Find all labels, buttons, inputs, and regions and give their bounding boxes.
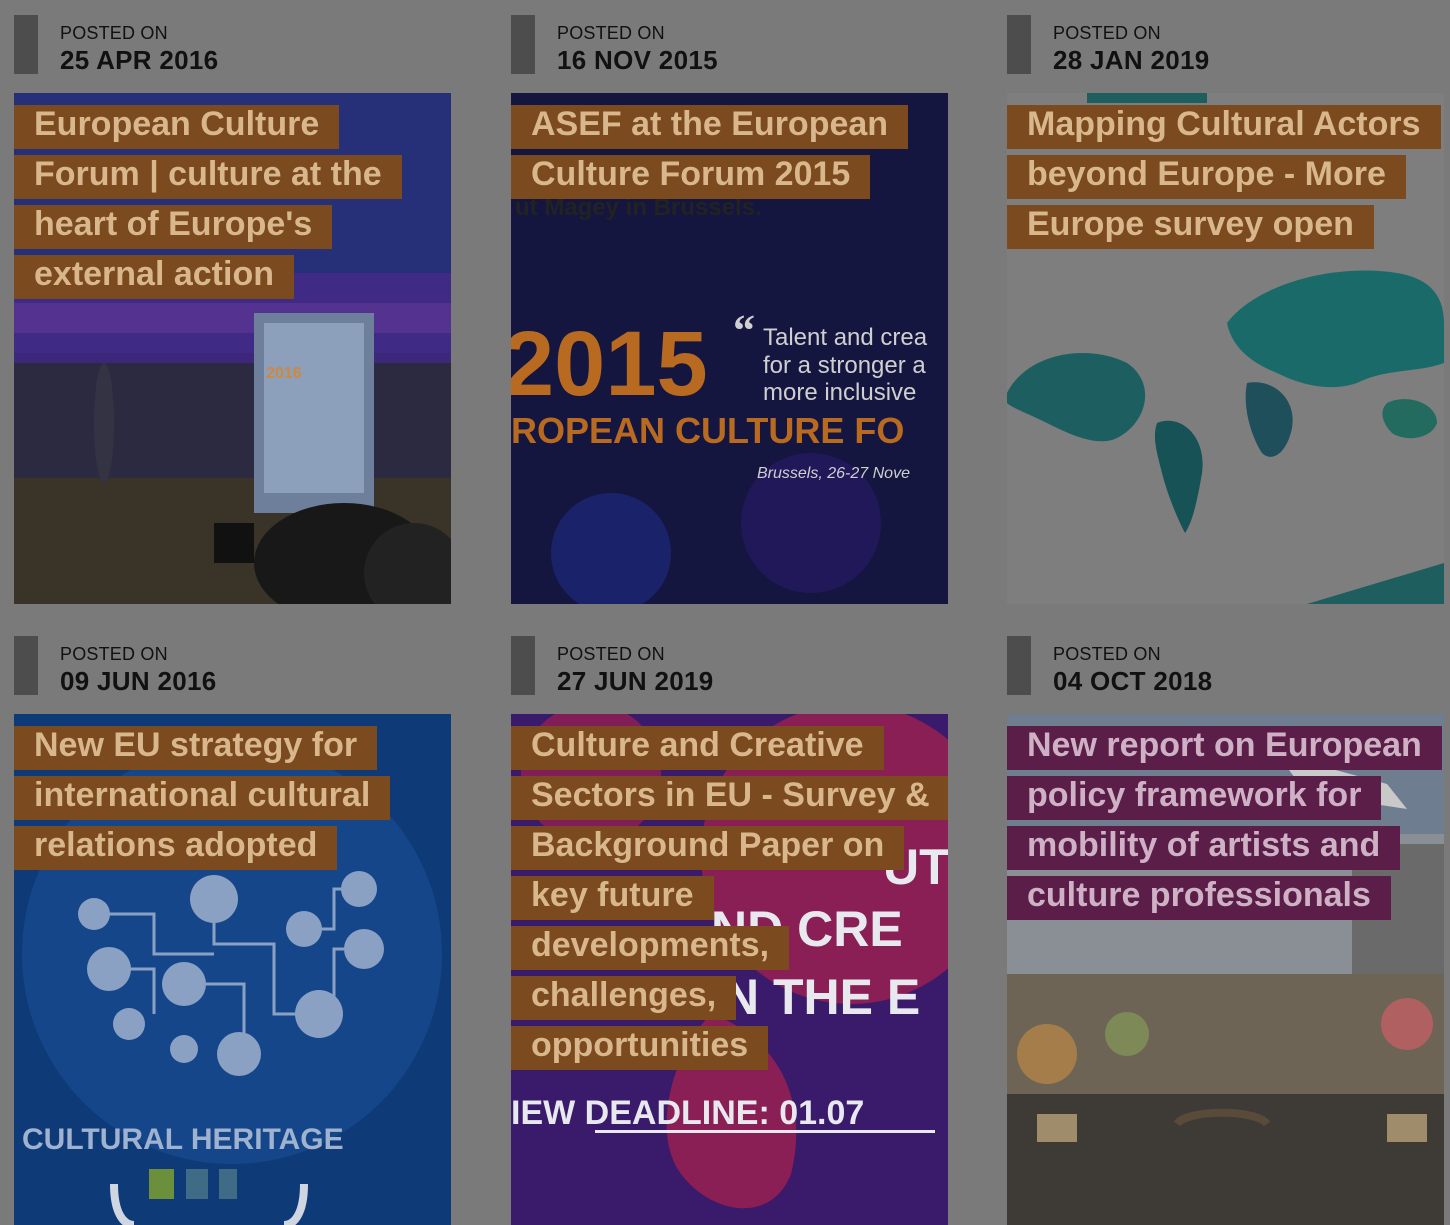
post-date-block: POSTED ON 04 OCT 2018	[1007, 636, 1444, 696]
poster-deadline-text: IEW DEADLINE: 01.07	[511, 1094, 864, 1132]
post-thumbnail-image[interactable]: CULTURAL HERITAGE New EU strategy for in…	[14, 714, 451, 1225]
post-date: 25 APR 2016	[60, 45, 219, 75]
post-date-block: POSTED ON 28 JAN 2019	[1007, 15, 1444, 75]
date-accent-bar	[1007, 636, 1031, 695]
posted-on-label: POSTED ON	[557, 644, 665, 664]
post-date: 16 NOV 2015	[557, 45, 718, 75]
post-title[interactable]: Culture and Creative Sectors in EU - Sur…	[511, 720, 948, 1070]
post-thumbnail-image[interactable]: Mapping Cultural Actors beyond Europe - …	[1007, 93, 1444, 604]
banner-forum-name: ROPEAN CULTURE FO	[511, 410, 904, 451]
banner-quote-line-1: Talent and crea	[763, 324, 928, 351]
post-title[interactable]: New EU strategy for international cultur…	[14, 720, 434, 870]
post-title[interactable]: Mapping Cultural Actors beyond Europe - …	[1007, 99, 1441, 249]
banner-quote-line-2: for a stronger a	[763, 352, 926, 379]
post-date-block: POSTED ON 27 JUN 2019	[511, 636, 948, 696]
posted-on-label: POSTED ON	[60, 644, 168, 664]
date-accent-bar	[511, 15, 535, 74]
post-thumbnail-image[interactable]: 2016 European Culture Forum | culture at…	[14, 93, 451, 604]
date-accent-bar	[14, 15, 38, 74]
quote-mark: “	[733, 306, 755, 355]
post-date: 04 OCT 2018	[1053, 666, 1213, 696]
post-date: 28 JAN 2019	[1053, 45, 1210, 75]
post-title[interactable]: New report on European policy framework …	[1007, 720, 1442, 920]
banner-year-text: 2015	[511, 313, 708, 415]
post-thumbnail-image[interactable]: ut Magey in Brussels. 2015 “ Talent and …	[511, 93, 948, 604]
post-date: 09 JUN 2016	[60, 666, 217, 696]
post-title[interactable]: ASEF at the European Culture Forum 2015	[511, 99, 931, 199]
date-accent-bar	[14, 636, 38, 695]
posts-grid: POSTED ON 25 APR 2016 2016 European Cult…	[0, 0, 1450, 1225]
cultural-heritage-text: CULTURAL HERITAGE	[22, 1123, 344, 1156]
date-accent-bar	[1007, 15, 1031, 74]
post-date-block: POSTED ON 16 NOV 2015	[511, 15, 948, 75]
post-date-block: POSTED ON 09 JUN 2016	[14, 636, 451, 696]
banner-location-text: Brussels, 26-27 Nove	[757, 465, 910, 482]
posted-on-label: POSTED ON	[1053, 644, 1161, 664]
posted-on-label: POSTED ON	[1053, 23, 1161, 43]
post-date-block: POSTED ON 25 APR 2016	[14, 15, 451, 75]
banner-quote-line-3: more inclusive	[763, 379, 916, 406]
posted-on-label: POSTED ON	[60, 23, 168, 43]
post-thumbnail-image[interactable]: New report on European policy framework …	[1007, 714, 1444, 1225]
posted-on-label: POSTED ON	[557, 23, 665, 43]
post-thumbnail-image[interactable]: UT ND CRE N THE E IEW DEADLINE: 01.07 Cu…	[511, 714, 948, 1225]
podium-year-text: 2016	[266, 365, 302, 382]
date-accent-bar	[511, 636, 535, 695]
post-title[interactable]: European Culture Forum | culture at the …	[14, 99, 434, 299]
post-date: 27 JUN 2019	[557, 666, 714, 696]
